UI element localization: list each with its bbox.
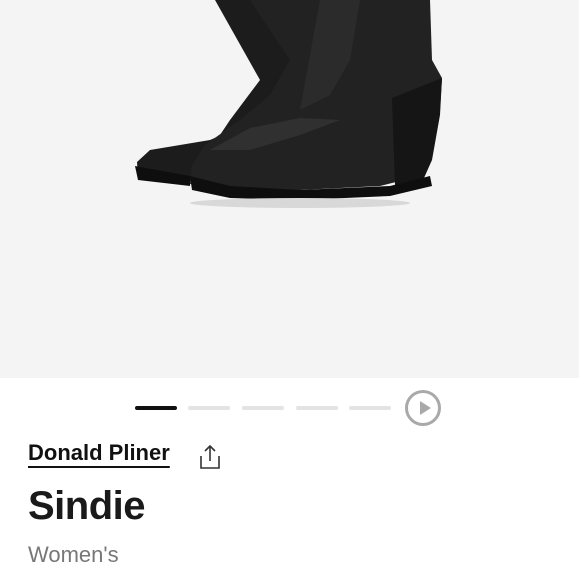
- gallery-dot-4[interactable]: [296, 406, 338, 410]
- gallery-dot-2[interactable]: [188, 406, 230, 410]
- product-image[interactable]: [0, 0, 579, 378]
- play-icon: [420, 401, 431, 415]
- share-icon[interactable]: [198, 444, 222, 470]
- gallery-pager: [0, 390, 579, 426]
- share-icon-graphic: [200, 444, 220, 469]
- play-video-button[interactable]: [405, 390, 441, 426]
- brand-link[interactable]: Donald Pliner: [28, 440, 170, 466]
- gallery-dot-3[interactable]: [242, 406, 284, 410]
- boot-illustration: [135, 0, 442, 208]
- product-title: Sindie: [28, 484, 146, 528]
- product-gender: Women's: [28, 542, 119, 567]
- gallery-dot-1[interactable]: [135, 406, 177, 410]
- gallery-dot-5[interactable]: [349, 406, 391, 410]
